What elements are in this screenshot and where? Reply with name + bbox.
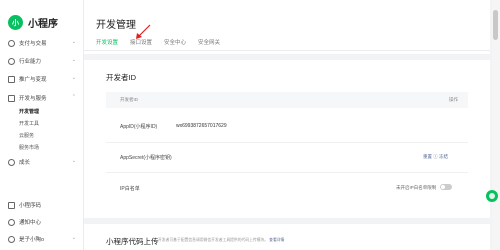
appid-value: wx6993872657017629 [176, 123, 227, 129]
red-arrow-annotation-icon [136, 24, 151, 39]
column-header-id: 开发者ID [120, 97, 138, 102]
chevron-down-icon: ⌄ [71, 75, 76, 81]
sidebar-item-qrcode[interactable]: 小程序码 [8, 200, 78, 210]
chevron-up-icon: ⌃ [71, 94, 76, 100]
floating-help-button[interactable] [486, 190, 498, 202]
sidebar-subitem-cloud[interactable]: 云服务 [19, 132, 34, 140]
row-divider [106, 142, 468, 143]
appid-label: AppID(小程序ID) [120, 124, 158, 130]
app-logo-icon: 小 [8, 15, 23, 30]
appsecret-actions[interactable]: 重置 ⓘ 冻结 [423, 154, 448, 160]
ip-whitelist-toggle[interactable] [440, 184, 452, 190]
promotion-icon [8, 75, 15, 83]
developer-id-card: 开发者ID 开发者ID 操作 AppID(小程序ID) wx6993872657… [96, 60, 478, 215]
ip-whitelist-label: IP白名单 [120, 186, 140, 192]
card-description: 开发者可基于配置信息调用微信开发者工具提供的代码上传模块。 查看详情 [158, 238, 284, 243]
brand[interactable]: 小 小程序 [8, 15, 58, 30]
sidebar-item-development[interactable]: 开发与服务 ⌃ [8, 93, 78, 103]
column-header-action: 操作 [449, 97, 458, 102]
sidebar-subitem-market[interactable]: 服务市场 [19, 144, 39, 152]
sidebar-item-notifications[interactable]: 通知中心 [8, 217, 78, 227]
sidebar: 小 小程序 支付与交易 ⌄ 行业能力 ⌄ 推广与变现 ⌄ 开发与服务 ⌃ 开发管… [0, 0, 84, 250]
appsecret-label: AppSecret(小程序密钥) [120, 155, 172, 161]
row-divider [106, 172, 468, 173]
sidebar-subitem-dev-management[interactable]: 开发管理 [19, 108, 39, 116]
app-name: 小程序 [28, 19, 58, 30]
sidebar-item-label: 支付与交易 [19, 41, 47, 47]
bell-icon [8, 218, 15, 226]
tabs-divider [84, 50, 490, 51]
sidebar-item-label: 成长 [19, 160, 31, 166]
sidebar-subitem-dev-tools[interactable]: 开发工具 [19, 120, 39, 128]
scrollbar[interactable] [492, 0, 500, 250]
sidebar-item-account[interactable]: 是子小陶o ⌄ [8, 234, 78, 244]
sidebar-item-label: 开发与服务 [19, 96, 47, 102]
chevron-down-icon: ⌄ [71, 158, 76, 164]
scrollbar-thumb[interactable] [493, 10, 498, 40]
sidebar-item-label: 行业能力 [19, 59, 42, 65]
avatar [8, 235, 15, 243]
card-title: 小程序代码上传 [106, 237, 159, 246]
growth-icon [8, 158, 15, 166]
view-details-link[interactable]: 查看详情 [269, 238, 284, 242]
industry-icon [8, 57, 15, 65]
ip-whitelist-toggle-label: 未开启IP白名单限制 [396, 185, 437, 190]
chevron-down-icon: ⌄ [71, 235, 76, 241]
sidebar-item-label: 是子小陶o [19, 237, 45, 243]
qrcode-icon [8, 201, 15, 209]
code-upload-card: 小程序代码上传 开发者可基于配置信息调用微信开发者工具提供的代码上传模块。 查看… [96, 224, 478, 250]
sidebar-item-payment[interactable]: 支付与交易 ⌄ [8, 38, 78, 48]
sidebar-item-growth[interactable]: 成长 ⌄ [8, 157, 78, 167]
development-icon [8, 94, 15, 102]
chevron-down-icon: ⌄ [71, 39, 76, 45]
card-title: 开发者ID [106, 73, 136, 82]
sidebar-item-label: 通知中心 [19, 220, 42, 226]
page-title: 开发管理 [96, 20, 136, 31]
card-description-text: 开发者可基于配置信息调用微信开发者工具提供的代码上传模块。 [158, 238, 269, 242]
payment-icon [8, 39, 15, 47]
sidebar-item-promotion[interactable]: 推广与变现 ⌄ [8, 74, 78, 84]
sidebar-item-label: 小程序码 [19, 203, 42, 209]
table-header: 开发者ID 操作 [106, 92, 468, 108]
sidebar-item-industry[interactable]: 行业能力 ⌄ [8, 56, 78, 66]
sidebar-item-label: 推广与变现 [19, 77, 47, 83]
chevron-down-icon: ⌄ [71, 57, 76, 63]
